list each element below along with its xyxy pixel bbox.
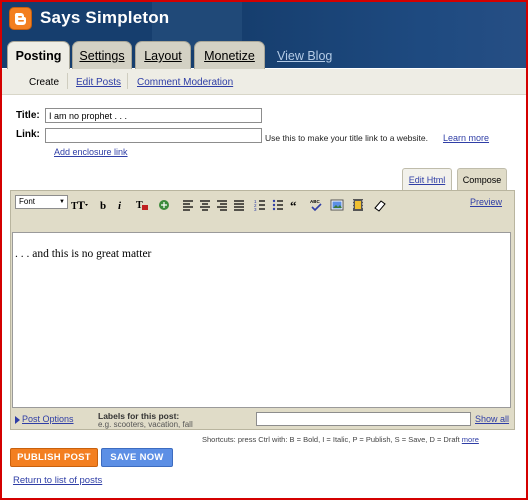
svg-text:ABC: ABC: [310, 199, 320, 204]
link-hint: Use this to make your title link to a we…: [265, 133, 428, 143]
link-input[interactable]: [45, 128, 262, 143]
svg-text:“: “: [290, 198, 297, 212]
svg-text:3: 3: [254, 207, 257, 212]
subtab-create[interactable]: Create: [29, 77, 59, 88]
learn-more-link[interactable]: Learn more: [443, 133, 489, 143]
tab-posting[interactable]: Posting: [7, 41, 70, 70]
text-color-icon[interactable]: T: [136, 198, 150, 212]
save-now-button[interactable]: SAVE NOW: [101, 448, 173, 467]
chevron-down-icon: ▼: [59, 199, 65, 205]
title-label: Title:: [16, 110, 40, 121]
subtab-divider: [127, 73, 128, 89]
video-icon[interactable]: [351, 198, 365, 212]
numbered-list-icon[interactable]: 123: [254, 198, 266, 212]
post-body-text: . . . and this is no great matter: [15, 248, 152, 260]
align-left-icon[interactable]: [182, 198, 194, 212]
align-justify-icon[interactable]: [233, 198, 245, 212]
svg-text:i: i: [118, 200, 122, 212]
add-enclosure-link[interactable]: Add enclosure link: [54, 147, 128, 157]
shortcuts-more-link[interactable]: more: [462, 435, 479, 444]
link-icon[interactable]: [157, 198, 171, 212]
image-icon[interactable]: [330, 198, 344, 212]
align-right-icon[interactable]: [216, 198, 228, 212]
show-all-link[interactable]: Show all: [475, 414, 509, 424]
subtab-edit-posts[interactable]: Edit Posts: [76, 77, 121, 88]
expand-arrow-icon[interactable]: [15, 416, 20, 424]
preview-link[interactable]: Preview: [470, 197, 502, 207]
tab-edit-html[interactable]: Edit Html: [402, 168, 452, 190]
tab-layout[interactable]: Layout: [135, 41, 191, 69]
post-options-link[interactable]: Post Options: [22, 414, 74, 424]
blogger-logo-icon[interactable]: [9, 7, 32, 30]
shortcuts-text: Shortcuts: press Ctrl with: B = Bold, I …: [202, 435, 460, 444]
spellcheck-icon[interactable]: ABC: [309, 198, 323, 212]
eraser-icon[interactable]: [373, 198, 387, 212]
labels-input[interactable]: [256, 412, 471, 426]
return-to-posts-link[interactable]: Return to list of posts: [13, 475, 102, 486]
shortcuts-hint: Shortcuts: press Ctrl with: B = Bold, I …: [202, 435, 479, 444]
font-size-icon[interactable]: TT: [71, 198, 91, 212]
title-input[interactable]: I am no prophet . . .: [45, 108, 262, 123]
font-select[interactable]: Font ▼: [15, 195, 68, 209]
align-center-icon[interactable]: [199, 198, 211, 212]
svg-text:T: T: [136, 200, 143, 211]
svg-text:T: T: [77, 198, 85, 212]
subtab-comment-moderation[interactable]: Comment Moderation: [137, 77, 233, 88]
italic-icon[interactable]: i: [115, 198, 127, 212]
labels-example: e.g. scooters, vacation, fall: [98, 420, 193, 429]
view-blog-link[interactable]: View Blog: [277, 49, 332, 63]
tab-compose[interactable]: Compose: [457, 168, 507, 190]
link-label: Link:: [16, 129, 40, 140]
publish-post-button[interactable]: PUBLISH POST: [10, 448, 98, 467]
blockquote-icon[interactable]: “: [290, 198, 302, 213]
svg-text:b: b: [100, 200, 106, 212]
bullet-list-icon[interactable]: [272, 198, 284, 212]
font-select-value: Font: [19, 197, 36, 206]
bold-icon[interactable]: b: [98, 198, 110, 212]
tab-settings[interactable]: Settings: [72, 41, 132, 69]
tab-monetize[interactable]: Monetize: [194, 41, 265, 69]
blog-title: Says Simpleton: [40, 8, 170, 27]
subtab-divider: [67, 73, 68, 89]
